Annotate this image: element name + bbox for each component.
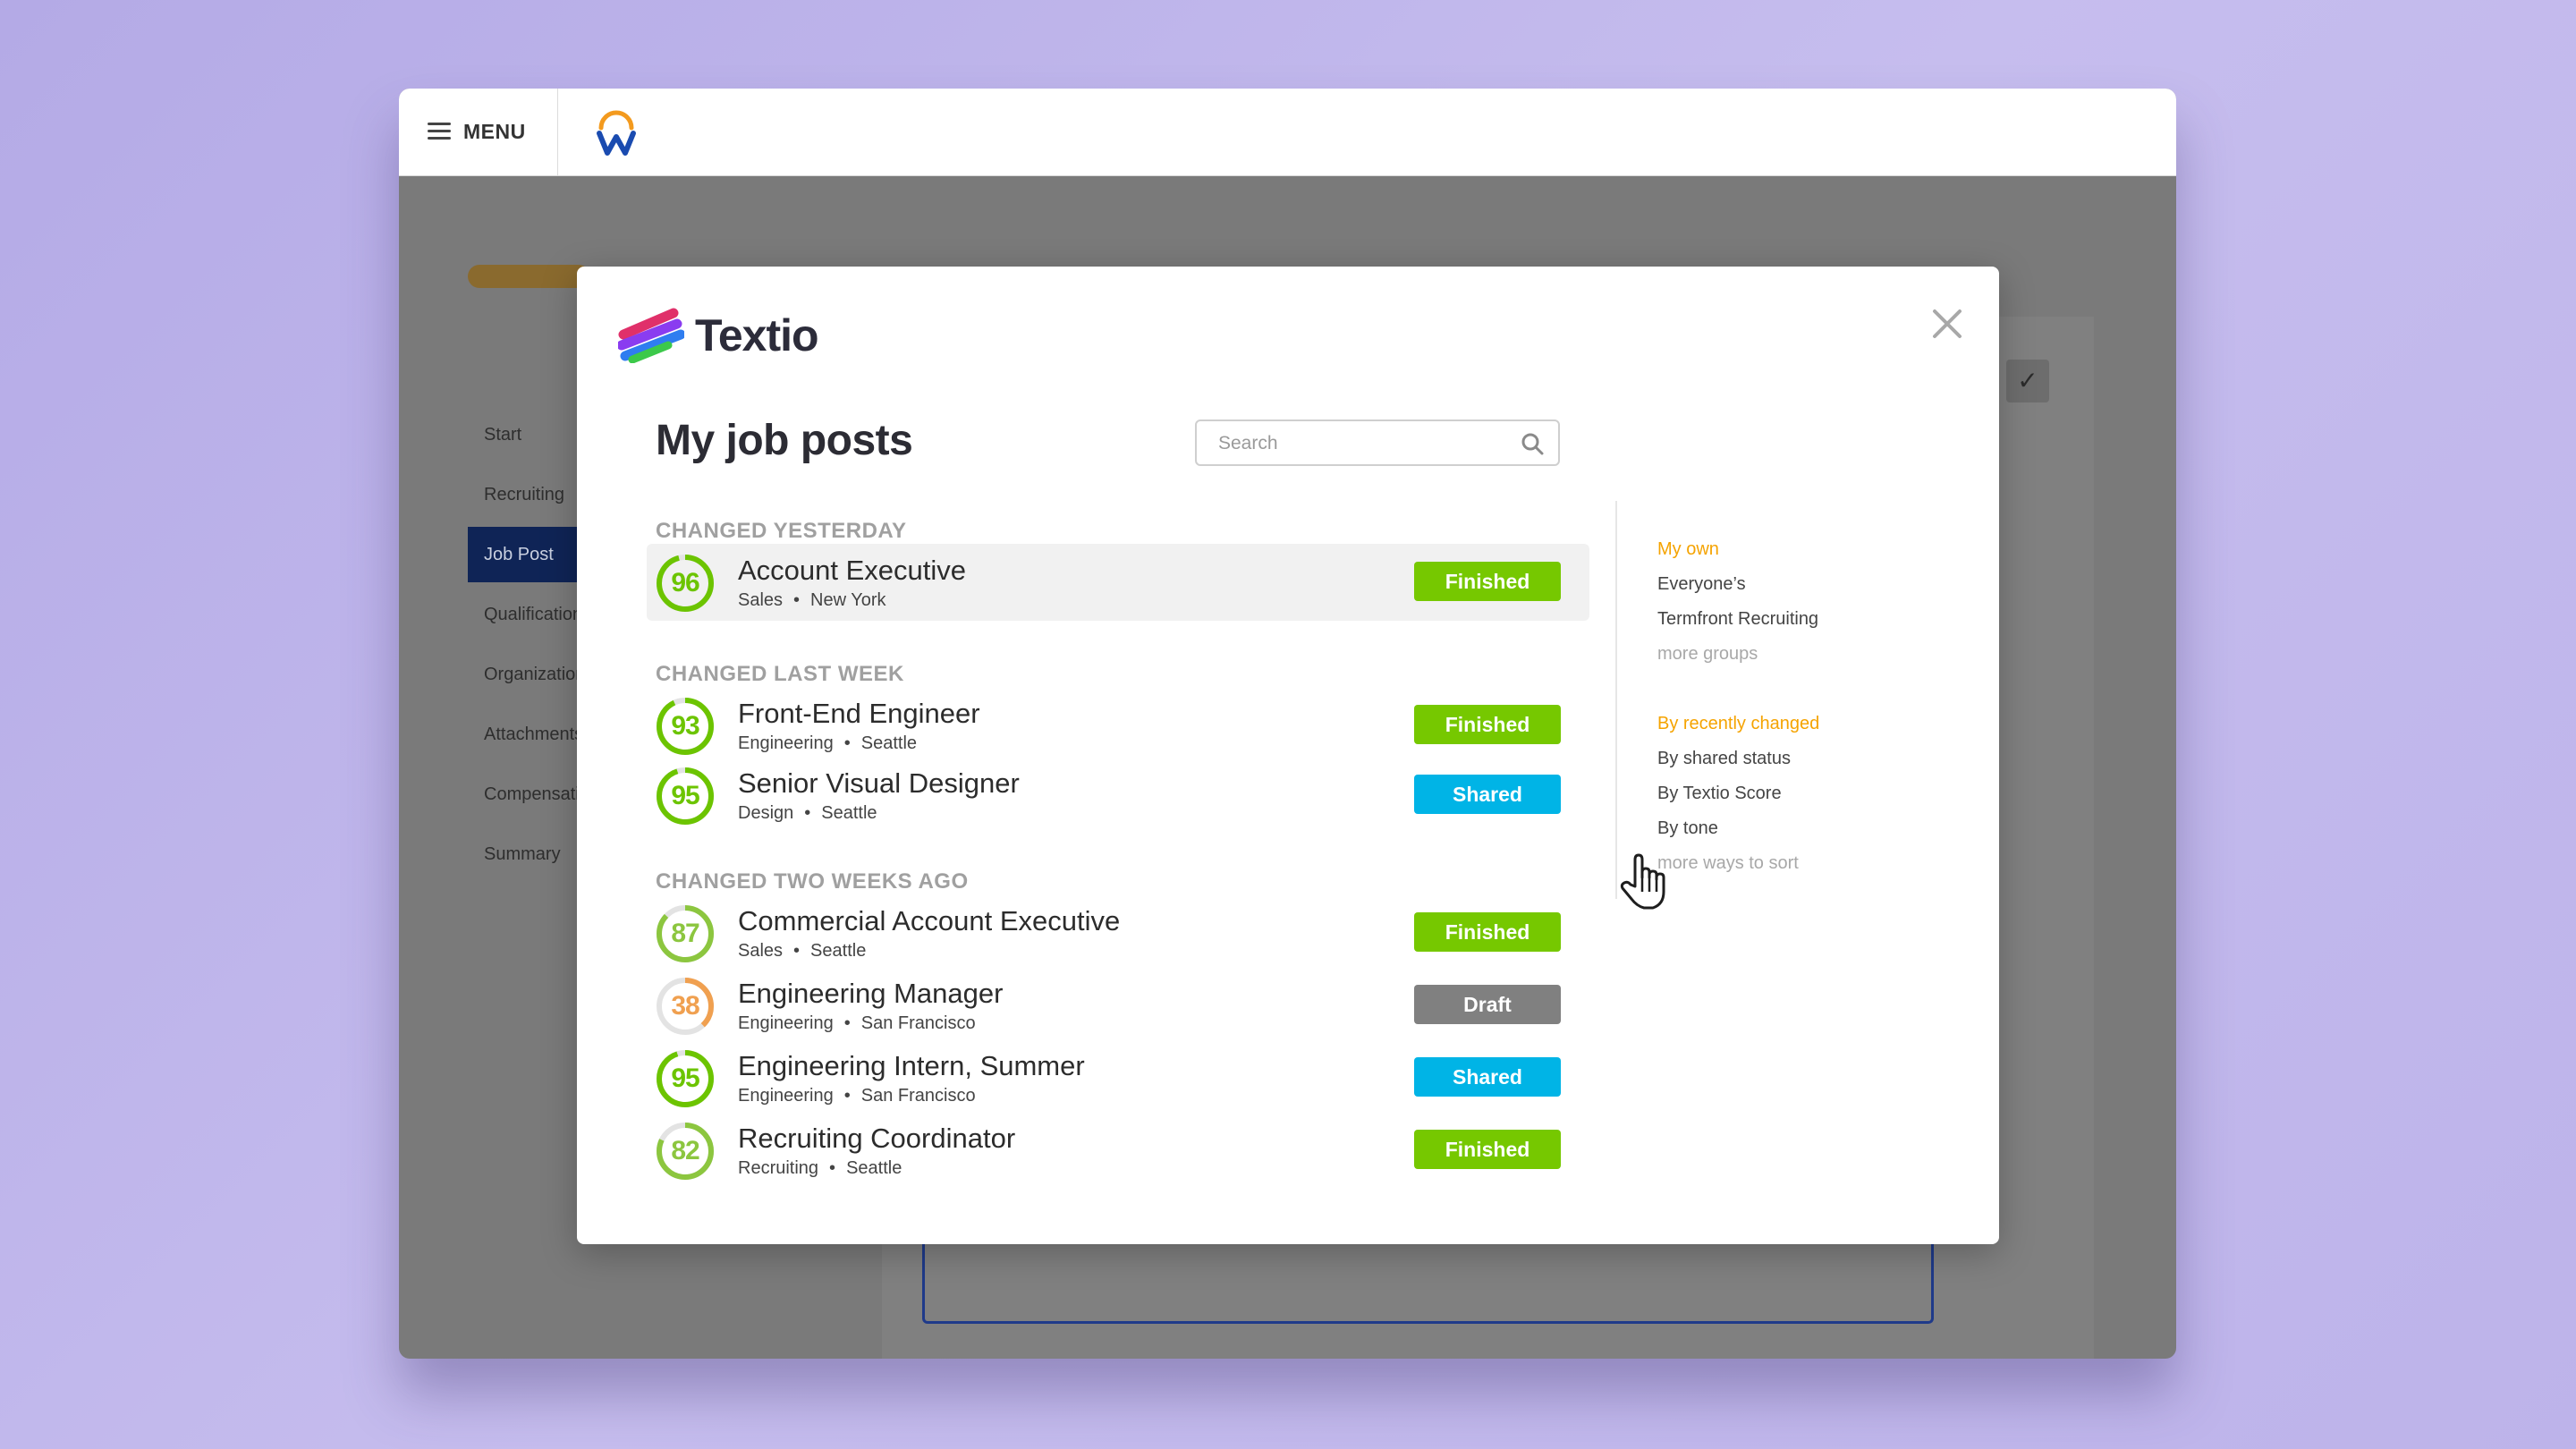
score-badge: 96 xyxy=(656,554,715,613)
job-location: Seattle xyxy=(860,733,918,753)
topbar-divider xyxy=(557,89,558,175)
job-meta: Engineering • San Francisco xyxy=(738,1086,976,1106)
job-title[interactable]: Senior Visual Designer xyxy=(738,767,1020,800)
score-badge: 87 xyxy=(656,904,715,963)
status-badge[interactable]: Finished xyxy=(1414,912,1561,952)
score-badge: 95 xyxy=(656,767,715,826)
status-badge[interactable]: Finished xyxy=(1414,562,1561,601)
job-row[interactable]: 87 Commercial Account Executive Sales • Seat… xyxy=(647,894,1589,971)
dot-separator: • xyxy=(843,733,851,753)
status-badge[interactable]: Shared xyxy=(1414,1057,1561,1097)
sort-link[interactable]: By shared status xyxy=(1657,749,1791,769)
job-title[interactable]: Engineering Intern, Summer xyxy=(738,1050,1085,1082)
group-heading: CHANGED TWO WEEKS AGO xyxy=(656,869,969,894)
search-box[interactable] xyxy=(1195,419,1560,466)
close-icon[interactable] xyxy=(1928,304,1967,343)
status-badge[interactable]: Draft xyxy=(1414,985,1561,1024)
job-department: Engineering xyxy=(738,1013,834,1033)
dot-separator: • xyxy=(804,803,811,823)
search-input[interactable] xyxy=(1216,421,1506,466)
job-department: Engineering xyxy=(738,733,834,753)
sort-link[interactable]: By Textio Score xyxy=(1657,784,1782,804)
sort-link[interactable]: By recently changed xyxy=(1657,714,1819,734)
textio-wordmark: Textio xyxy=(695,310,819,360)
check-icon[interactable]: ✓ xyxy=(2006,360,2049,402)
dot-separator: • xyxy=(793,941,801,961)
job-meta: Engineering • Seattle xyxy=(738,733,917,754)
hand-cursor-icon xyxy=(1620,853,1665,910)
modal-title: My job posts xyxy=(656,417,913,464)
job-row[interactable]: 82 Recruiting Coordinator Recruiting • Seatt… xyxy=(647,1112,1589,1189)
job-department: Sales xyxy=(738,941,784,961)
job-meta: Recruiting • Seattle xyxy=(738,1158,902,1179)
dot-separator: • xyxy=(829,1158,836,1178)
background-text-area[interactable] xyxy=(922,1241,1934,1324)
filter-link[interactable]: My own xyxy=(1657,539,1719,560)
filter-link[interactable]: Everyone’s xyxy=(1657,574,1746,595)
job-meta: Sales • Seattle xyxy=(738,941,866,962)
score-badge: 95 xyxy=(656,1049,715,1108)
job-row[interactable]: 96 Account Executive Sales • New York Finishe… xyxy=(647,544,1589,621)
job-meta: Engineering • San Francisco xyxy=(738,1013,976,1034)
more-sorts-link[interactable]: more ways to sort xyxy=(1657,853,1799,874)
job-row[interactable]: 38 Engineering Manager Engineering • San Fra… xyxy=(647,967,1589,1044)
score-badge: 38 xyxy=(656,977,715,1036)
dot-separator: • xyxy=(843,1086,851,1106)
job-department: Design xyxy=(738,803,794,823)
search-icon[interactable] xyxy=(1521,432,1544,455)
sort-link[interactable]: By tone xyxy=(1657,818,1718,839)
job-title[interactable]: Account Executive xyxy=(738,555,966,587)
job-department: Sales xyxy=(738,590,784,610)
filter-divider xyxy=(1615,501,1617,899)
job-posts-modal: Textio My job posts CHANGED YESTERDAY 96 A… xyxy=(577,267,1999,1244)
status-badge[interactable]: Shared xyxy=(1414,775,1561,814)
job-title[interactable]: Recruiting Coordinator xyxy=(738,1123,1015,1155)
hamburger-icon xyxy=(428,123,451,140)
workday-logo-icon[interactable] xyxy=(594,106,639,158)
job-department: Engineering xyxy=(738,1086,834,1106)
job-location: New York xyxy=(810,590,886,610)
score-badge: 82 xyxy=(656,1122,715,1181)
group-heading: CHANGED LAST WEEK xyxy=(656,662,904,686)
job-title[interactable]: Engineering Manager xyxy=(738,978,1003,1010)
score-value: 82 xyxy=(671,1136,699,1165)
menu-label: MENU xyxy=(463,119,526,143)
dot-separator: • xyxy=(793,590,801,610)
score-badge: 93 xyxy=(656,697,715,756)
group-heading: CHANGED YESTERDAY xyxy=(656,519,907,543)
more-groups-link[interactable]: more groups xyxy=(1657,644,1758,665)
status-badge[interactable]: Finished xyxy=(1414,1130,1561,1169)
filter-link[interactable]: Termfront Recruiting xyxy=(1657,609,1818,630)
job-location: San Francisco xyxy=(860,1013,976,1033)
job-meta: Sales • New York xyxy=(738,590,886,611)
job-meta: Design • Seattle xyxy=(738,803,877,824)
score-value: 93 xyxy=(671,711,699,741)
score-value: 95 xyxy=(671,781,699,810)
progress-bar xyxy=(468,265,590,288)
job-title[interactable]: Front-End Engineer xyxy=(738,698,980,730)
job-location: San Francisco xyxy=(860,1086,976,1106)
top-bar: MENU xyxy=(399,89,2176,176)
job-title[interactable]: Commercial Account Executive xyxy=(738,905,1120,937)
textio-swoosh-icon xyxy=(618,308,684,363)
score-value: 87 xyxy=(671,919,699,948)
status-badge[interactable]: Finished xyxy=(1414,705,1561,744)
score-value: 38 xyxy=(671,991,699,1021)
score-value: 96 xyxy=(671,568,699,597)
job-department: Recruiting xyxy=(738,1158,819,1178)
score-value: 95 xyxy=(671,1063,699,1093)
job-location: Seattle xyxy=(810,941,867,961)
job-location: Seattle xyxy=(846,1158,902,1178)
textio-logo: Textio xyxy=(618,304,819,367)
job-row[interactable]: 95 Senior Visual Designer Design • Seattle Sh… xyxy=(647,757,1589,834)
dot-separator: • xyxy=(843,1013,851,1033)
job-row[interactable]: 93 Front-End Engineer Engineering • Seattle F… xyxy=(647,687,1589,764)
menu-button[interactable]: MENU xyxy=(428,108,526,155)
job-row[interactable]: 95 Engineering Intern, Summer Engineering •… xyxy=(647,1039,1589,1116)
job-location: Seattle xyxy=(821,803,877,823)
